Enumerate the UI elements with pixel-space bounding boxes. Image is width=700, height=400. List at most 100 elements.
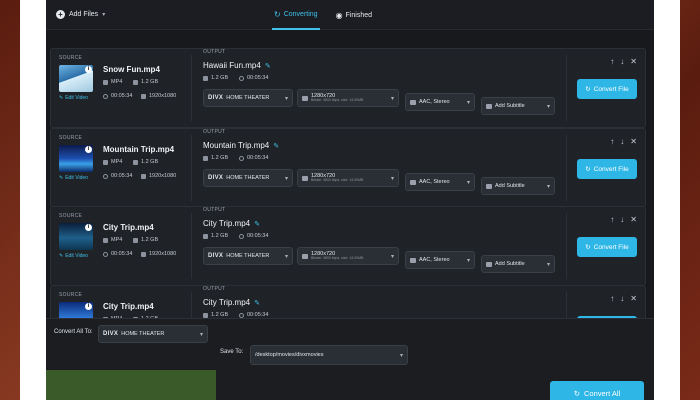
output-name-text: Mountain Trip.mp4 [203, 141, 270, 150]
pencil-icon[interactable]: ✎ [254, 299, 260, 307]
converter-app-window: + Add Files ▾ ↻ Converting ◉ Finished SO… [46, 0, 654, 400]
chevron-down-icon: ▾ [390, 95, 394, 102]
folder-icon [203, 155, 208, 161]
row-controls: ↑ ↓ ✕ [610, 137, 637, 146]
arrow-down-icon[interactable]: ↓ [620, 294, 624, 303]
pencil-icon[interactable]: ✎ [273, 142, 279, 150]
info-icon[interactable]: i [85, 66, 92, 73]
format-value: MP4 [111, 79, 123, 85]
resolution-select[interactable]: 1280x720 Bitrate: 3800 kbps, size: 14.00… [297, 247, 399, 265]
source-format: MP4 [103, 237, 122, 243]
video-thumbnail[interactable]: i [59, 145, 93, 172]
audio-select[interactable]: AAC, Stereo ▾ [405, 93, 475, 111]
resolution-icon [141, 173, 146, 179]
convert-file-button[interactable]: ↻ Convert File [577, 237, 637, 257]
pencil-icon[interactable]: ✎ [254, 220, 260, 228]
profile-select[interactable]: DIVX HOME THEATER ▾ [203, 89, 293, 107]
divider [566, 213, 567, 279]
source-resolution: 1920x1080 [141, 173, 176, 179]
file-icon [103, 237, 108, 243]
chevron-down-icon: ▾ [466, 179, 470, 186]
convert-file-button[interactable]: ↻ Convert File [577, 79, 637, 99]
edit-icon: ✎ [59, 175, 64, 181]
close-icon[interactable]: ✕ [630, 57, 637, 66]
info-icon[interactable]: i [85, 303, 92, 310]
edit-video-label: Edit Video [65, 253, 88, 259]
audio-select[interactable]: AAC, Stereo ▾ [405, 251, 475, 269]
output-size-value: 1.2 GB [211, 233, 229, 239]
output-duration: 00:05:34 [239, 75, 268, 81]
file-icon [103, 79, 108, 85]
output-file-name[interactable]: Mountain Trip.mp4 ✎ [203, 141, 279, 150]
arrow-down-icon[interactable]: ↓ [620, 215, 624, 224]
save-to-label: Save To: [220, 349, 244, 355]
output-file-name[interactable]: City Trip.mp4 ✎ [203, 219, 260, 228]
info-icon[interactable]: i [85, 224, 92, 231]
resolution-select[interactable]: 1280x720 Bitrate: 3800 kbps, size: 14.00… [297, 89, 399, 107]
profile-select[interactable]: DIVX HOME THEATER ▾ [203, 247, 293, 265]
edit-video-link[interactable]: ✎ Edit Video [59, 95, 88, 101]
video-thumbnail[interactable]: i [59, 223, 93, 250]
view-tabs: ↻ Converting ◉ Finished [272, 0, 374, 30]
check-circle-icon: ◉ [335, 10, 343, 20]
divx-logo: DIVX [208, 95, 224, 101]
subtitle-value: Add Subtitle [495, 261, 525, 267]
arrow-up-icon[interactable]: ↑ [610, 137, 614, 146]
save-to-path-field[interactable]: /desktop/movies/divxmovies ▾ [250, 345, 408, 365]
clock-icon [239, 75, 244, 81]
subtitle-icon [486, 261, 492, 267]
convert-all-label: Convert All [584, 388, 621, 398]
tab-finished[interactable]: ◉ Finished [334, 0, 374, 30]
arrow-up-icon[interactable]: ↑ [610, 57, 614, 66]
plus-icon: + [56, 10, 65, 19]
output-file-name[interactable]: City Trip.mp4 ✎ [203, 298, 260, 307]
arrow-down-icon[interactable]: ↓ [620, 137, 624, 146]
subtitle-select[interactable]: Add Subtitle ▾ [481, 255, 555, 273]
arrow-up-icon[interactable]: ↑ [610, 294, 614, 303]
clock-icon [239, 312, 244, 318]
save-to-path-value: /desktop/movies/divxmovies [255, 352, 324, 358]
add-files-button[interactable]: + Add Files ▾ [56, 10, 105, 19]
tab-converting[interactable]: ↻ Converting [272, 0, 320, 30]
profile-select[interactable]: DIVX HOME THEATER ▾ [203, 169, 293, 187]
audio-value: AAC, Stereo [419, 99, 450, 105]
convert-icon: ↻ [573, 388, 580, 398]
output-name-text: Hawaii Fun.mp4 [203, 61, 261, 70]
profile-value: HOME THEATER [226, 253, 270, 259]
chevron-down-icon: ▾ [284, 175, 288, 182]
arrow-down-icon[interactable]: ↓ [620, 57, 624, 66]
row-controls: ↑ ↓ ✕ [610, 294, 637, 303]
chevron-down-icon: ▾ [102, 12, 106, 18]
edit-video-link[interactable]: ✎ Edit Video [59, 175, 88, 181]
audio-icon [410, 179, 416, 185]
subtitle-select[interactable]: Add Subtitle ▾ [481, 177, 555, 195]
chevron-down-icon: ▾ [399, 352, 403, 359]
subtitle-select[interactable]: Add Subtitle ▾ [481, 97, 555, 115]
close-icon[interactable]: ✕ [630, 137, 637, 146]
arrow-up-icon[interactable]: ↑ [610, 215, 614, 224]
convert-all-profile-select[interactable]: DIVX HOME THEATER ▾ [98, 325, 208, 343]
resolution-select[interactable]: 1280x720 Bitrate: 3800 kbps, size: 14.00… [297, 169, 399, 187]
audio-select[interactable]: AAC, Stereo ▾ [405, 173, 475, 191]
chevron-down-icon: ▾ [546, 183, 550, 190]
info-icon[interactable]: i [85, 146, 92, 153]
convert-all-button[interactable]: ↻ Convert All [550, 381, 644, 400]
chevron-down-icon: ▾ [284, 253, 288, 260]
clock-icon [103, 93, 108, 99]
convert-all-profile-value: HOME THEATER [121, 331, 165, 337]
source-label: SOURCE [59, 135, 83, 141]
output-size: 1.2 GB [203, 155, 228, 161]
output-label: OUTPUT [203, 49, 226, 55]
output-size-value: 1.2 GB [211, 75, 229, 81]
convert-file-button[interactable]: ↻ Convert File [577, 159, 637, 179]
source-resolution: 1920x1080 [141, 251, 176, 257]
video-thumbnail[interactable]: i [59, 65, 93, 92]
format-value: MP4 [111, 159, 123, 165]
convert-file-label: Convert File [593, 165, 629, 173]
pencil-icon[interactable]: ✎ [265, 62, 271, 70]
close-icon[interactable]: ✕ [630, 294, 637, 303]
output-file-name[interactable]: Hawaii Fun.mp4 ✎ [203, 61, 271, 70]
divider [566, 135, 567, 201]
edit-video-link[interactable]: ✎ Edit Video [59, 253, 88, 259]
close-icon[interactable]: ✕ [630, 215, 637, 224]
